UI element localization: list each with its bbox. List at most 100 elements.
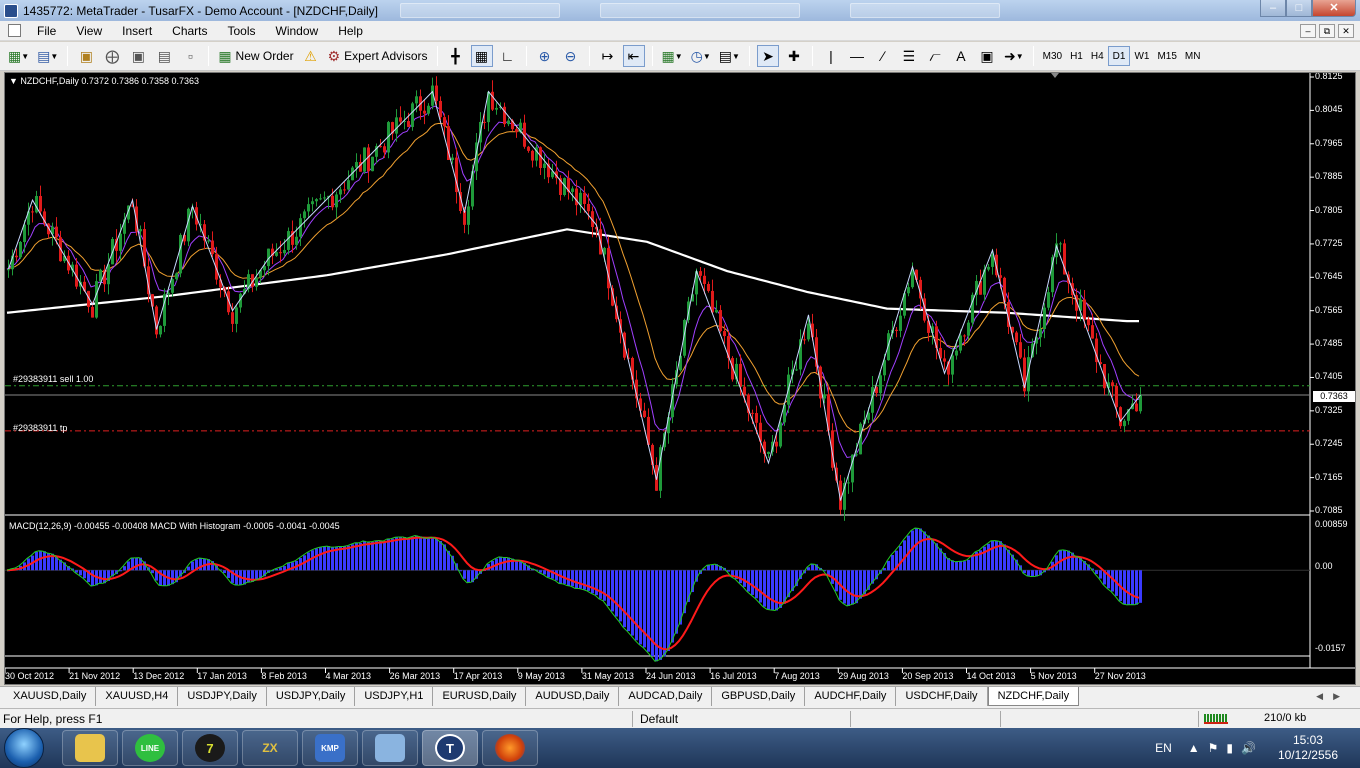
trendline-button[interactable]: ∕ [872,45,894,67]
taskbar-exness[interactable]: ZX [242,730,298,766]
tab-usdjpy-daily-2[interactable]: USDJPY,Daily [267,687,356,706]
tester-button[interactable]: ▫ [179,45,201,67]
cursor-button[interactable]: ➤ [756,45,779,67]
line-chart-button[interactable]: ∟ [497,45,519,67]
zoom-in-button[interactable]: ⊕ [534,45,556,67]
taskbar-metatrader[interactable]: T [422,730,478,766]
text-button[interactable]: A [950,45,972,67]
macd-histogram-bar [435,538,438,571]
tab-usdjpy-daily[interactable]: USDJPY,Daily [178,687,267,706]
chart-shift-button[interactable]: ⇤ [622,45,645,67]
tab-nzdchf-daily[interactable]: NZDCHF,Daily [987,687,1080,706]
timeframe-mn[interactable]: MN [1181,46,1205,66]
menu-tools[interactable]: Tools [218,24,266,38]
candle-body [1047,292,1050,308]
alert-button[interactable]: ⚠ [300,45,322,67]
minimize-button[interactable]: – [1260,0,1286,17]
templates-icon: ▤ [718,48,733,64]
candle-body [463,211,466,225]
price-chart[interactable]: ▼ NZDCHF,Daily 0.7372 0.7386 0.7358 0.73… [4,72,1356,685]
background-window-tab[interactable] [600,3,800,18]
new-chart-button[interactable]: ▦ ▼ [6,45,31,67]
data-window-button[interactable]: ⨁ [101,45,123,67]
clock[interactable]: 15:03 10/12/2556 [1278,733,1338,763]
fibonacci-button[interactable]: ⦧ [924,45,946,67]
market-watch-button[interactable]: ▣ [75,45,97,67]
chart-canvas[interactable] [5,73,1355,684]
tab-usdchf-daily[interactable]: USDCHF,Daily [896,687,988,706]
menu-help[interactable]: Help [328,24,373,38]
candle-body [587,203,590,212]
zoom-out-button[interactable]: ⊖ [560,45,582,67]
terminal-button[interactable]: ▤ [153,45,175,67]
status-profile[interactable]: Default [640,712,678,726]
macd-histogram-bar [599,570,602,599]
candle-body [583,192,586,204]
text-label-button[interactable]: ▣ [976,45,998,67]
taskbar-app-7[interactable]: 7 [182,730,238,766]
navigator-button[interactable]: ▣ [127,45,149,67]
timeframe-d1[interactable]: D1 [1107,46,1131,66]
tab-audcad-daily[interactable]: AUDCAD,Daily [619,687,713,706]
menu-charts[interactable]: Charts [162,24,217,38]
menu-insert[interactable]: Insert [112,24,162,38]
chart-close-button[interactable]: ✕ [1338,24,1354,38]
candle-body [407,121,410,127]
start-button[interactable] [4,728,44,768]
tab-xauusd-h4[interactable]: XAUUSD,H4 [96,687,179,706]
chart-restore-button[interactable]: ⧉ [1319,24,1335,38]
background-window-tab[interactable] [850,3,1000,18]
tab-eurusd-daily[interactable]: EURUSD,Daily [433,687,527,706]
chart-document-icon[interactable] [8,24,21,37]
menu-view[interactable]: View [66,24,112,38]
profiles-button[interactable]: ▤ ▼ [35,45,60,67]
vertical-line-button[interactable]: | [820,45,842,67]
timeframe-m30[interactable]: M30 [1039,46,1066,66]
tab-audusd-daily[interactable]: AUDUSD,Daily [526,687,620,706]
tab-usdjpy-h1[interactable]: USDJPY,H1 [355,687,434,706]
tab-scroll-arrows[interactable]: ◀▶ [1316,691,1350,702]
tab-gbpusd-daily[interactable]: GBPUSD,Daily [712,687,806,706]
macd-histogram-bar [1023,570,1026,574]
language-indicator[interactable]: EN [1155,741,1172,755]
periods-button[interactable]: ◷ ▼ [689,45,713,67]
text-icon: A [956,48,966,64]
arrows-button[interactable]: ➜ ▼ [1002,45,1026,67]
indicators-button[interactable]: ▦ ▼ [660,45,685,67]
channel-button[interactable]: ☰ [898,45,920,67]
background-window-tab[interactable] [400,3,560,18]
macd-histogram-bar [619,570,622,622]
candle-body [1059,243,1062,245]
menu-file[interactable]: File [27,24,66,38]
taskbar-kmplayer[interactable]: KMP [302,730,358,766]
taskbar-line[interactable]: LINE [122,730,178,766]
plus-chart-icon: ▦ [8,48,22,64]
x-tick-label: 21 Nov 2012 [69,671,121,681]
timeframe-w1[interactable]: W1 [1130,46,1153,66]
bar-chart-button[interactable]: ╋ [445,45,467,67]
tray-icons[interactable]: ▲⚑▮🔊 [1188,741,1264,755]
timeframe-m15[interactable]: M15 [1153,46,1180,66]
maximize-button[interactable]: □ [1286,0,1312,17]
menu-window[interactable]: Window [266,24,329,38]
tab-audchf-daily[interactable]: AUDCHF,Daily [805,687,897,706]
expert-advisors-button[interactable]: ⚙ Expert Advisors [326,45,430,67]
macd-histogram-bar [595,570,598,596]
candle-body [235,307,238,324]
tab-xauusd-daily[interactable]: XAUUSD,Daily [4,687,97,706]
taskbar-firefox[interactable] [482,730,538,766]
crosshair-button[interactable]: ✚ [783,45,805,67]
chart-collapse-icon[interactable]: ▼ [9,76,20,86]
x-tick-label: 9 May 2013 [517,671,565,681]
templates-button[interactable]: ▤ ▼ [717,45,742,67]
taskbar-control-panel[interactable] [362,730,418,766]
chart-minimize-button[interactable]: – [1300,24,1316,38]
taskbar-explorer[interactable] [62,730,118,766]
horizontal-line-button[interactable]: — [846,45,868,67]
close-button[interactable]: ✕ [1312,0,1356,17]
candlestick-button[interactable]: ▦ [470,45,493,67]
autoscroll-button[interactable]: ↦ [597,45,619,67]
new-order-button[interactable]: ▦ New Order [216,45,295,67]
timeframe-h4[interactable]: H4 [1087,46,1108,66]
timeframe-h1[interactable]: H1 [1066,46,1087,66]
